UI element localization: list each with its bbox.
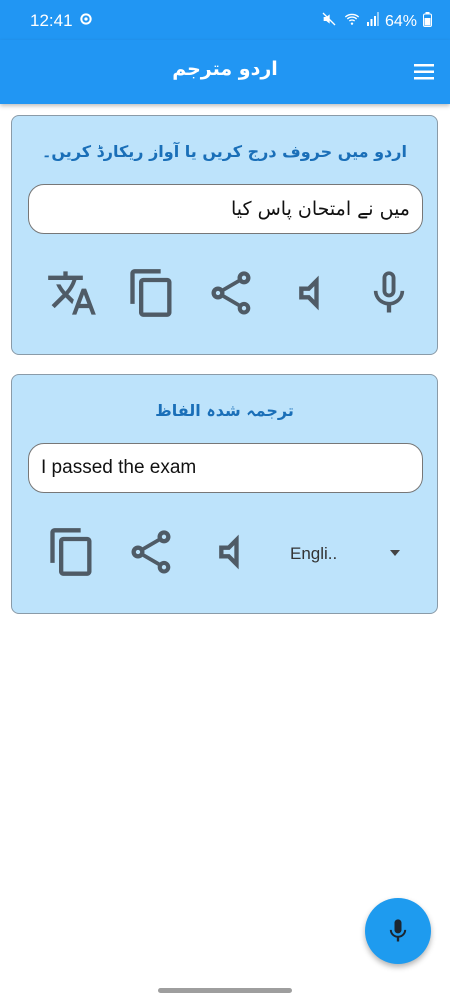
language-selected-text: Engli.. [290,544,338,563]
output-card-title: ترجمہ شدہ الفاظ [155,401,294,420]
language-dropdown[interactable]: Engli.. [282,537,412,571]
copy-icon[interactable] [46,526,98,578]
wifi-icon [343,11,361,32]
mic-icon[interactable] [363,267,415,319]
app-bar: اردو مترجم [0,40,450,104]
volume-icon[interactable] [204,526,256,578]
battery-text: 64% [384,12,417,30]
app-title: اردو مترجم [172,58,278,80]
input-card-title: اردو میں حروف درج کریں یا آواز ریکارڈ کر… [42,142,407,161]
status-bar: 12:41 64% [0,0,450,40]
translated-text-field[interactable]: I passed the exam [28,443,423,493]
translate-icon[interactable] [46,267,98,319]
copy-icon[interactable] [126,267,178,319]
urdu-input-field[interactable]: میں نے امتحان پاس کیا [28,184,423,234]
home-indicator [158,988,292,993]
input-card: اردو میں حروف درج کریں یا آواز ریکارڈ کر… [11,115,438,355]
settings-gear-icon [78,11,94,32]
dropdown-caret-icon [388,545,402,559]
status-time: 12:41 [30,11,73,30]
menu-icon[interactable] [412,60,436,84]
mute-icon [321,11,337,32]
mic-icon [389,919,407,942]
share-icon[interactable] [125,526,177,578]
output-card: ترجمہ شدہ الفاظ I passed the exam Engli.… [11,374,438,614]
volume-icon[interactable] [284,267,336,319]
signal-icon [366,12,379,31]
share-icon[interactable] [205,267,257,319]
status-right-group: 64% [321,11,432,32]
voice-record-fab[interactable] [365,898,431,964]
battery-icon [423,11,432,32]
